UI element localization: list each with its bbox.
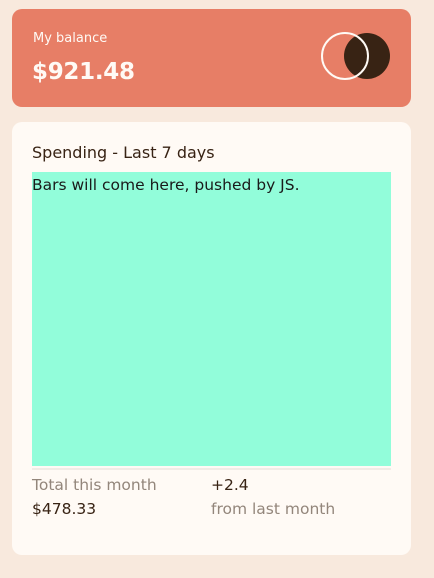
spending-title: Spending - Last 7 days [32, 143, 215, 162]
month-change-value: +2.4 [211, 476, 249, 494]
summary-divider [32, 468, 391, 470]
total-this-month-value: $478.33 [32, 500, 97, 518]
month-change-label: from last month [211, 500, 336, 518]
spending-chart-area: Bars will come here, pushed by JS. [32, 172, 391, 466]
balance-amount: $921.48 [32, 59, 135, 85]
chart-placeholder-text: Bars will come here, pushed by JS. [32, 176, 300, 194]
total-this-month-label: Total this month [32, 476, 157, 494]
balance-label: My balance [33, 31, 108, 46]
balance-card: My balance $921.48 [12, 9, 411, 107]
spending-card: Spending - Last 7 days Bars will come he… [12, 122, 411, 555]
overlapping-circles-logo-icon [320, 31, 392, 81]
